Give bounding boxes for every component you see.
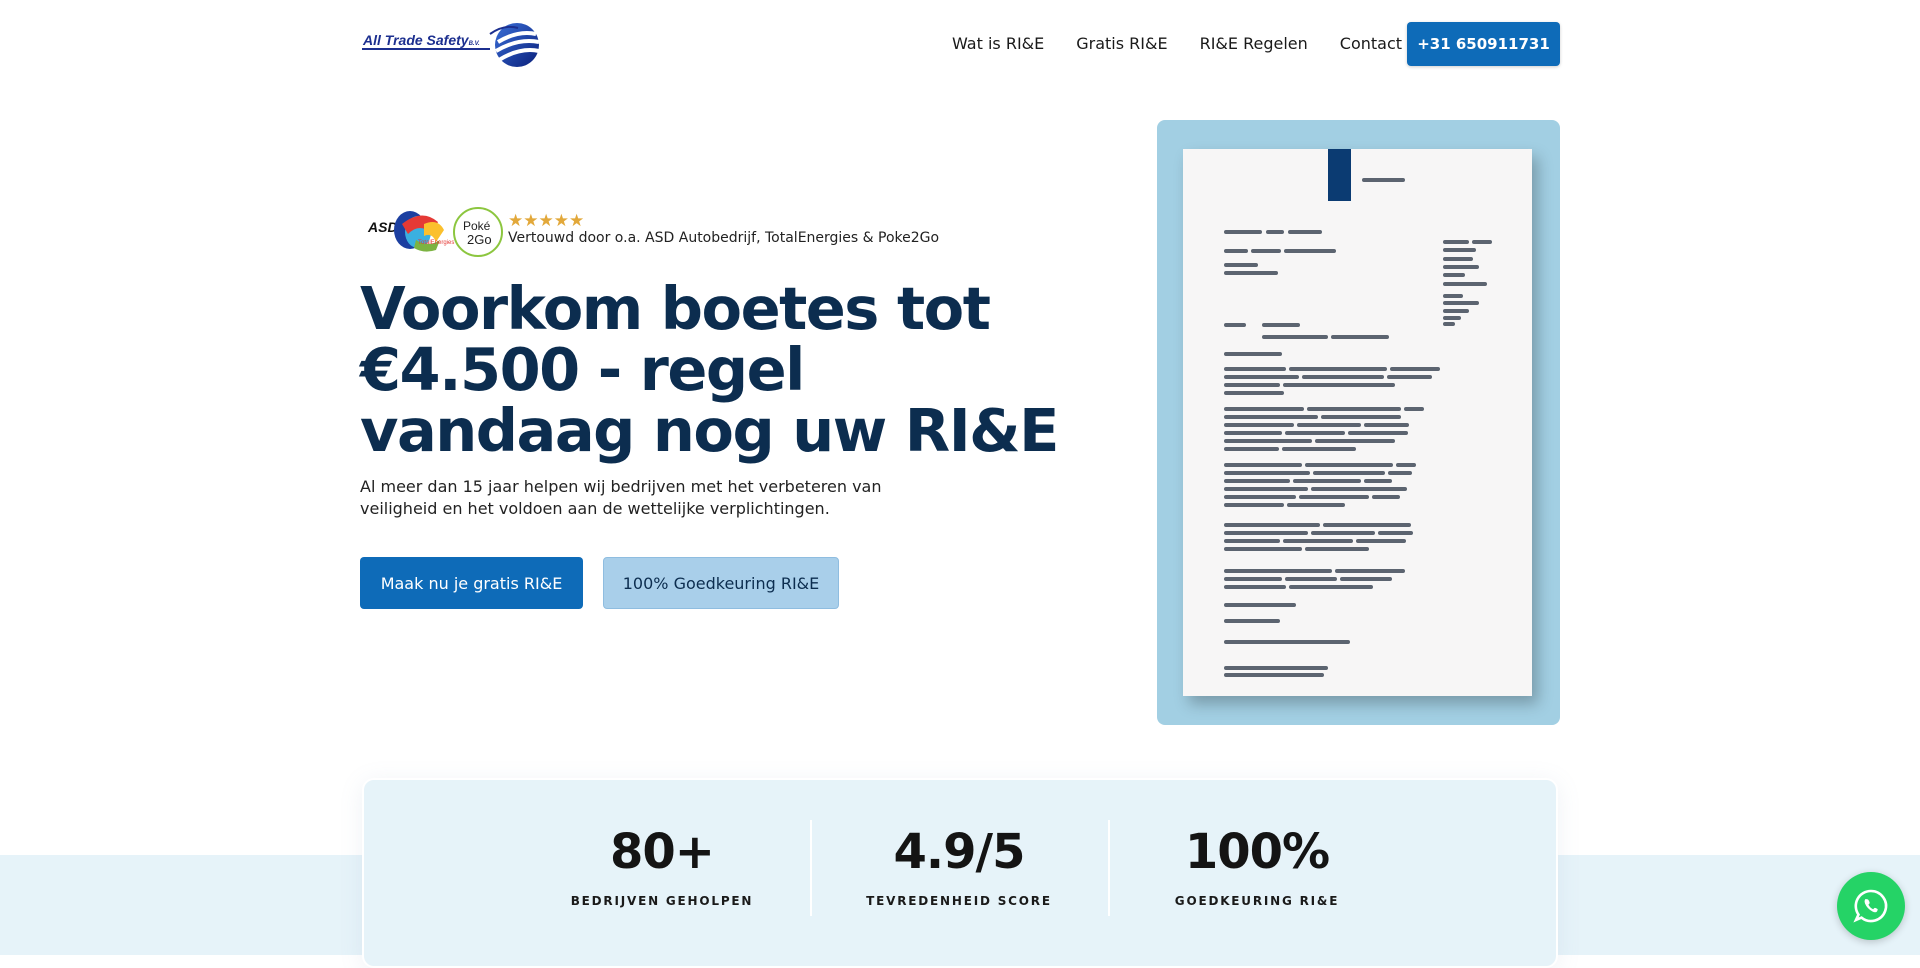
- globe-icon: [489, 23, 540, 67]
- nav-item-contact[interactable]: Contact: [1340, 34, 1402, 53]
- document-illustration: [1157, 120, 1560, 725]
- nav-item-wat-is-rie[interactable]: Wat is RI&E: [952, 34, 1044, 53]
- whatsapp-button[interactable]: [1837, 872, 1905, 940]
- stat-goedkeuring: 100% GOEDKEURING RI&E: [1108, 824, 1406, 908]
- stat-label: BEDRIJVEN GEHOLPEN: [570, 894, 754, 908]
- cta-gratis-rie-button[interactable]: Maak nu je gratis RI&E: [360, 557, 583, 609]
- stats-card: 80+ BEDRIJVEN GEHOLPEN 4.9/5 TEVREDENHEI…: [362, 778, 1558, 968]
- svg-text:ASD: ASD: [367, 219, 398, 235]
- stat-bedrijven: 80+ BEDRIJVEN GEHOLPEN: [513, 824, 811, 908]
- hero-headline: Voorkom boetes tot €4.500 - regel vandaa…: [360, 274, 1059, 465]
- stat-value: 80+: [609, 824, 715, 880]
- svg-text:2Go: 2Go: [467, 232, 492, 247]
- stat-value: 4.9/5: [893, 824, 1026, 880]
- phone-button[interactable]: +31 650911731: [1407, 22, 1560, 66]
- rating-stars: ★★★★★: [508, 211, 585, 231]
- svg-text:TotalEnergies: TotalEnergies: [418, 240, 454, 246]
- site-header: All Trade SafetyB.V. Wat is RI&E Gratis …: [0, 0, 1920, 88]
- document-lines: [1224, 149, 1492, 677]
- svg-text:Poké: Poké: [463, 219, 491, 233]
- cta-goedkeuring-button[interactable]: 100% Goedkeuring RI&E: [603, 557, 839, 609]
- nav-item-gratis-rie[interactable]: Gratis RI&E: [1076, 34, 1167, 53]
- stat-label: TEVREDENHEID SCORE: [866, 894, 1052, 908]
- logo-wordmark: All Trade SafetyB.V.: [363, 32, 480, 48]
- nav-item-rie-regelen[interactable]: RI&E Regelen: [1200, 34, 1308, 53]
- whatsapp-icon: [1853, 889, 1888, 923]
- document-sheet: [1183, 149, 1532, 696]
- stat-tevredenheid: 4.9/5 TEVREDENHEID SCORE: [810, 824, 1108, 908]
- main-nav: Wat is RI&E Gratis RI&E RI&E Regelen Con…: [952, 34, 1402, 53]
- hero-subtext: Al meer dan 15 jaar helpen wij bedrijven…: [360, 477, 882, 518]
- logo[interactable]: All Trade SafetyB.V.: [360, 18, 542, 70]
- stat-label: GOEDKEURING RI&E: [1174, 894, 1340, 908]
- stat-value: 100%: [1184, 824, 1330, 880]
- client-logos: ASD TotalEnergies Poké 2Go: [367, 207, 503, 257]
- logo-underline: [362, 48, 490, 50]
- trust-text: Vertouwd door o.a. ASD Autobedrijf, Tota…: [508, 230, 940, 246]
